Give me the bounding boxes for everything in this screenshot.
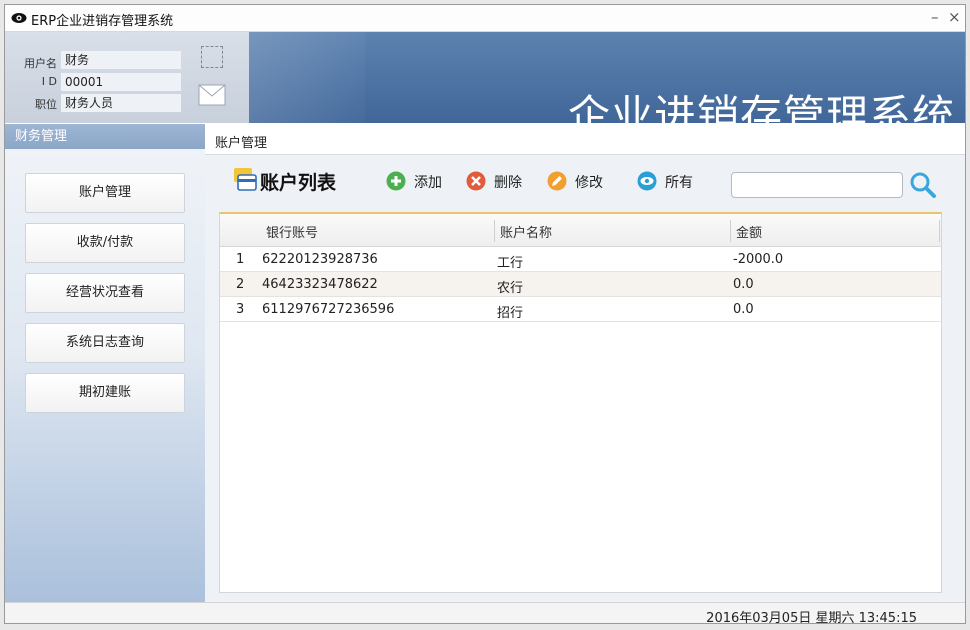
sidebar-item-account-management[interactable]: 账户管理 [25, 173, 185, 213]
sidebar-heading: 财务管理 [5, 124, 205, 149]
app-window: ERP企业进销存管理系统 – × 企业进销存管理系统 用户名 财务 I D 00… [4, 4, 966, 624]
column-header-account[interactable]: 银行账号 [266, 222, 318, 241]
row-index: 2 [236, 277, 245, 292]
card-list-icon [234, 168, 257, 191]
plus-circle-icon [386, 171, 406, 191]
row-account: 62220123928736 [262, 252, 378, 267]
column-divider[interactable] [494, 220, 495, 242]
id-value: 00001 [61, 73, 181, 91]
table-row[interactable]: 3 6112976727236596 招行 0.0 [220, 297, 941, 322]
table-header: 银行账号 账户名称 金额 [220, 214, 941, 247]
main-content: 账户列表 添加 删除 修改 所有 银行账号 账户名称 金额 1 62220123… [205, 155, 965, 602]
row-index: 3 [236, 302, 245, 317]
status-datetime: 2016年03月05日 星期六 13:45:15 [706, 611, 917, 624]
status-bar: 2016年03月05日 星期六 13:45:15 [5, 602, 965, 624]
header-decoration [235, 32, 365, 123]
add-label: 添加 [414, 175, 442, 191]
pencil-circle-icon [547, 171, 567, 191]
sidebar-item-receipt-payment[interactable]: 收款/付款 [25, 223, 185, 263]
close-button[interactable]: × [948, 8, 961, 26]
row-amount: 0.0 [733, 302, 754, 317]
table-row[interactable]: 2 46423323478622 农行 0.0 [220, 272, 941, 297]
search-icon[interactable] [909, 171, 937, 199]
row-amount: 0.0 [733, 277, 754, 292]
accounts-table: 银行账号 账户名称 金额 1 62220123928736 工行 -2000.0… [219, 212, 942, 593]
row-amount: -2000.0 [733, 252, 784, 267]
row-name: 农行 [497, 281, 524, 296]
search-input[interactable] [731, 172, 903, 198]
sidebar-item-opening-accounts[interactable]: 期初建账 [25, 373, 185, 413]
title-bar: ERP企业进销存管理系统 – × [5, 5, 965, 32]
sidebar-item-business-status[interactable]: 经营状况查看 [25, 273, 185, 313]
row-account: 46423323478622 [262, 277, 378, 292]
delete-circle-icon [466, 171, 486, 191]
row-name: 工行 [497, 256, 524, 271]
delete-label: 删除 [494, 175, 522, 191]
role-label: 职位 [35, 98, 57, 111]
id-label: I D [41, 75, 57, 88]
column-divider[interactable] [939, 220, 940, 242]
column-header-name[interactable]: 账户名称 [500, 222, 552, 241]
minimize-button[interactable]: – [931, 8, 939, 26]
username-value: 财务 [61, 51, 181, 69]
list-title: 账户列表 [260, 172, 337, 194]
row-index: 1 [236, 252, 245, 267]
window-title: ERP企业进销存管理系统 [31, 14, 174, 29]
role-value: 财务人员 [61, 94, 181, 112]
eye-icon [11, 13, 27, 23]
sidebar-item-system-log[interactable]: 系统日志查询 [25, 323, 185, 363]
show-all-label: 所有 [665, 175, 693, 191]
mail-icon[interactable] [198, 84, 226, 106]
breadcrumb-label: 账户管理 [215, 136, 268, 151]
row-account: 6112976727236596 [262, 302, 395, 317]
sidebar: 账户管理 收款/付款 经营状况查看 系统日志查询 期初建账 [5, 149, 205, 602]
user-info-panel: 用户名 财务 I D 00001 职位 财务人员 [5, 32, 249, 123]
username-label: 用户名 [24, 57, 57, 70]
column-header-amount[interactable]: 金额 [736, 222, 762, 241]
breadcrumb: 账户管理 [205, 124, 965, 155]
avatar[interactable] [201, 46, 223, 68]
edit-label: 修改 [575, 175, 603, 191]
eye-circle-icon [637, 171, 657, 191]
table-row[interactable]: 1 62220123928736 工行 -2000.0 [220, 247, 941, 272]
column-divider[interactable] [730, 220, 731, 242]
row-name: 招行 [497, 306, 524, 321]
